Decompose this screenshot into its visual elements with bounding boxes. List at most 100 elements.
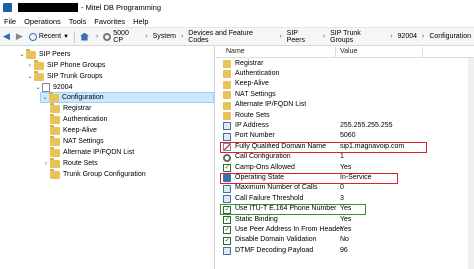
property-value[interactable]: Yes <box>340 164 351 171</box>
property-row[interactable]: Use Peer Address In From HeaderYes <box>216 225 474 235</box>
breadcrumb-92004[interactable]: 92004 <box>395 30 420 44</box>
property-name: Maximum Number of Calls <box>235 184 318 192</box>
folder-icon <box>34 59 44 70</box>
column-divider[interactable] <box>422 47 423 57</box>
tree-item-route-sets[interactable]: › Route Sets <box>42 157 98 169</box>
property-row[interactable]: IP Address 255.255.255.255 <box>216 121 474 131</box>
folder-icon <box>34 70 44 81</box>
property-name: Keep-Alive <box>235 80 269 88</box>
property-row[interactable]: Keep-Alive <box>216 80 474 90</box>
tree-item-sip-trunk-groups[interactable]: ⌄ SIP Trunk Groups <box>26 70 103 82</box>
property-row[interactable]: Authentication <box>216 69 474 79</box>
property-row[interactable]: Maximum Number of Calls 0 <box>216 184 474 194</box>
folder-icon <box>223 91 231 100</box>
property-row[interactable]: DTMF Decoding Payload 96 <box>216 246 474 256</box>
highlight-box-operating-state <box>220 173 398 184</box>
number-icon <box>223 132 231 141</box>
navigation-tree: ⌄ SIP Peers › SIP Phone Groups ⌄ SIP Tru… <box>0 46 215 269</box>
checkbox-icon[interactable] <box>223 236 231 245</box>
property-value[interactable]: Yes <box>340 216 351 223</box>
number-icon <box>223 122 231 131</box>
property-row[interactable]: Camp-Ons Allowed Yes <box>216 163 474 173</box>
menu-file[interactable]: File <box>0 17 20 26</box>
property-value[interactable]: 1 <box>340 153 344 160</box>
property-value[interactable]: Yes <box>340 226 351 233</box>
tree-label: Configuration <box>62 94 104 101</box>
menu-tools[interactable]: Tools <box>65 17 91 26</box>
folder-icon <box>223 80 231 89</box>
folder-icon <box>223 70 231 79</box>
folder-icon <box>223 101 231 110</box>
clock-icon <box>28 32 37 41</box>
property-grid: Name Value Registrar Authentication Keep… <box>216 46 474 269</box>
column-divider[interactable] <box>335 47 336 57</box>
property-row[interactable]: Route Sets <box>216 111 474 121</box>
folder-icon <box>50 146 60 157</box>
tree-label: Authentication <box>63 116 108 123</box>
app-icon <box>3 3 12 12</box>
property-value[interactable]: 0 <box>340 184 344 191</box>
column-header-value[interactable]: Value <box>340 48 357 55</box>
toolbar: ◀ ▶ Recent ▼ › 5000 CP › System › Device… <box>0 28 474 46</box>
tree-label: 92004 <box>53 84 73 91</box>
back-arrow-icon[interactable]: ◀ <box>0 30 13 44</box>
tree-item-trunk-group-configuration[interactable]: Trunk Group Configuration <box>42 168 146 180</box>
property-row[interactable]: Alternate IP/FQDN List <box>216 101 474 111</box>
property-row[interactable]: Call Configuration 1 <box>216 153 474 163</box>
vertical-scrollbar[interactable] <box>468 58 474 269</box>
tree-item-authentication[interactable]: Authentication <box>50 113 108 125</box>
tree-label: SIP Phone Groups <box>47 62 106 69</box>
column-header-name[interactable]: Name <box>226 48 245 55</box>
tree-label: Route Sets <box>63 160 98 167</box>
property-name: IP Address <box>235 121 269 129</box>
breadcrumb-sip-trunk-groups[interactable]: SIP Trunk Groups <box>327 30 388 44</box>
property-value[interactable]: 96 <box>340 247 348 254</box>
chevron-down-icon[interactable]: ⌄ <box>34 84 42 91</box>
property-row[interactable]: Static Binding Yes <box>216 215 474 225</box>
tree-item-sip-phone-groups[interactable]: › SIP Phone Groups <box>26 59 106 71</box>
checkbox-icon[interactable] <box>223 225 231 235</box>
chevron-down-icon[interactable]: ⌄ <box>26 73 34 80</box>
folder-icon <box>50 168 60 179</box>
checkbox-icon[interactable] <box>223 215 231 224</box>
forward-arrow-icon[interactable]: ▶ <box>13 30 26 44</box>
tree-item-configuration[interactable]: ⌄ Configuration <box>40 91 214 103</box>
checkbox-icon[interactable] <box>223 163 231 172</box>
chevron-right-icon[interactable]: › <box>42 161 50 167</box>
property-value[interactable]: 255.255.255.255 <box>340 122 393 129</box>
property-value[interactable]: No <box>340 236 349 243</box>
property-name: Route Sets <box>235 111 270 119</box>
breadcrumb-devices[interactable]: Devices and Feature Codes <box>185 30 277 44</box>
folder-icon <box>50 113 60 124</box>
property-row[interactable]: Disable Domain Validation No <box>216 236 474 246</box>
recent-button[interactable]: Recent ▼ <box>26 30 72 44</box>
property-row[interactable]: NAT Settings <box>216 90 474 100</box>
property-row[interactable]: Registrar <box>216 59 474 69</box>
tree-item-sip-peers[interactable]: ⌄ SIP Peers <box>18 48 70 60</box>
property-value[interactable]: 3 <box>340 195 344 202</box>
tree-item-registrar[interactable]: Registrar <box>50 102 92 114</box>
tree-item-nat-settings[interactable]: NAT Settings <box>50 135 104 147</box>
chevron-down-icon[interactable]: ⌄ <box>41 94 49 101</box>
property-name: Port Number <box>235 132 275 140</box>
tree-label: Registrar <box>63 105 92 112</box>
breadcrumb-configuration[interactable]: Configuration <box>426 30 474 44</box>
tree-item-alternate-ip-fqdn[interactable]: Alternate IP/FQDN List <box>50 146 134 158</box>
menu-operations[interactable]: Operations <box>20 17 65 26</box>
menu-bar: File Operations Tools Favorites Help <box>0 15 474 28</box>
menu-help[interactable]: Help <box>129 17 152 26</box>
folder-icon <box>49 91 59 102</box>
chevron-down-icon[interactable]: ⌄ <box>18 51 26 58</box>
property-value[interactable]: 5060 <box>340 132 356 139</box>
breadcrumb-5000cp[interactable]: 5000 CP <box>100 30 143 44</box>
menu-favorites[interactable]: Favorites <box>90 17 129 26</box>
property-row[interactable]: Port Number 5060 <box>216 132 474 142</box>
folder-icon <box>50 157 60 168</box>
home-icon <box>79 32 89 41</box>
breadcrumb-sip-peers[interactable]: SIP Peers <box>284 30 321 44</box>
title-bar: - Mitel DB Programming <box>0 0 474 15</box>
breadcrumb-home[interactable] <box>77 30 94 44</box>
tree-item-keep-alive[interactable]: Keep-Alive <box>50 124 97 136</box>
chevron-right-icon[interactable]: › <box>26 63 34 69</box>
breadcrumb-system[interactable]: System <box>150 30 179 44</box>
